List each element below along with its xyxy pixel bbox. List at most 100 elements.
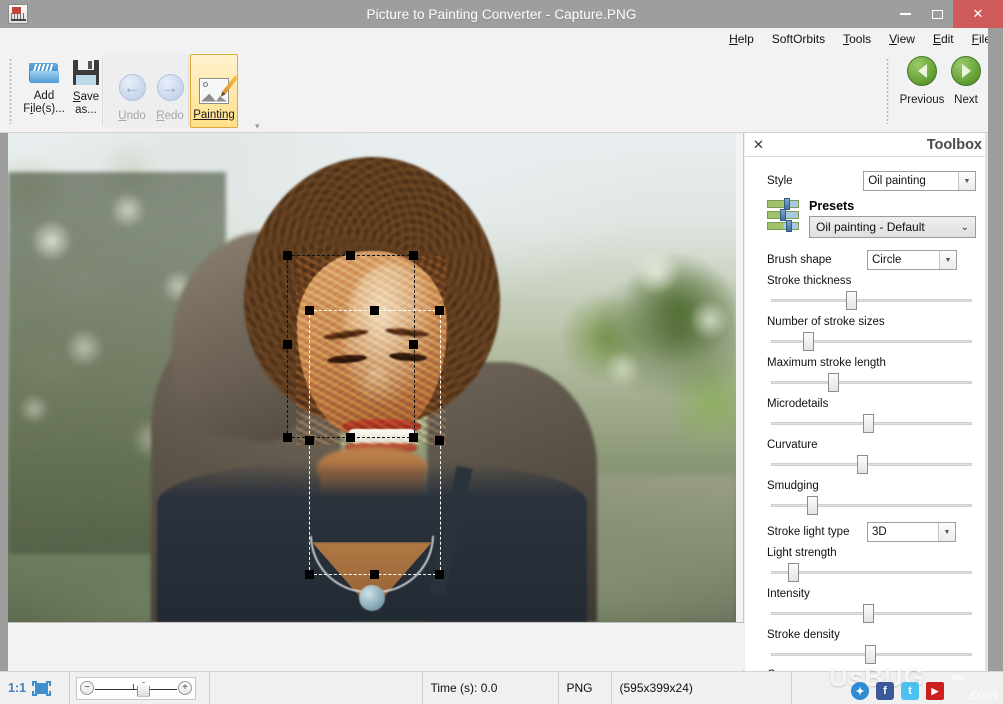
add-files-label: Add File(s)...	[23, 90, 65, 115]
zoom-slider[interactable]: − +	[76, 676, 196, 700]
selection-handle-n[interactable]	[346, 251, 355, 260]
slider-label-stroke-thickness: Stroke thickness	[767, 275, 852, 287]
stroke-light-type-label: Stroke light type	[767, 526, 850, 538]
menu-item-view[interactable]: View	[889, 32, 915, 46]
menu-item-tools[interactable]: Tools	[843, 32, 871, 46]
zoom-slider-cell: − +	[70, 672, 210, 704]
application-window: Picture to Painting Converter - Capture.…	[0, 0, 1003, 704]
selection-handle-sw[interactable]	[283, 433, 292, 442]
slider-smudging[interactable]	[767, 494, 976, 516]
menu-item-help[interactable]: Help	[729, 32, 754, 46]
redo-label: Redo	[156, 109, 184, 122]
selection2-handle-ne[interactable]	[435, 306, 444, 315]
slider-intensity[interactable]	[767, 602, 976, 624]
window-title: Picture to Painting Converter - Capture.…	[366, 6, 637, 22]
status-dimensions: (595x399x24)	[612, 672, 792, 704]
slider-label-light-strength: Light strength	[767, 547, 837, 559]
menu-label-view: iew	[896, 32, 915, 46]
selection2-handle-s[interactable]	[370, 570, 379, 579]
toolbar-grip-right[interactable]	[886, 58, 889, 124]
slider-group-top: Stroke thickness Number of stroke sizes …	[767, 275, 976, 516]
slider-stroke-thickness[interactable]	[767, 289, 976, 311]
ribbon-expand-glyph-left[interactable]: ▾	[255, 121, 260, 132]
toolbox-title: Toolbox	[926, 136, 982, 153]
selection2-handle-e[interactable]	[435, 436, 444, 445]
presets-row: Presets Oil painting - Default ⌄	[767, 198, 976, 238]
slider-curvature[interactable]	[767, 453, 976, 475]
slider-label-intensity: Intensity	[767, 588, 810, 600]
slider-label-curvature: Curvature	[767, 439, 818, 451]
stroke-light-type-dropdown[interactable]: 3D ▼	[867, 522, 956, 542]
window-controls: ✕	[889, 0, 1003, 28]
save-as-button[interactable]: Save as...	[60, 54, 112, 128]
slider-maximum-stroke-length[interactable]	[767, 371, 976, 393]
slider-label-microdetails: Microdetails	[767, 398, 829, 410]
save-as-label: Save as...	[72, 91, 100, 116]
close-button[interactable]: ✕	[953, 0, 1003, 28]
toolbox-body: Style Oil painting ▼ Presets Oil paintin…	[745, 157, 988, 681]
slider-stroke-density[interactable]	[767, 643, 976, 665]
selection-handle-w[interactable]	[283, 340, 292, 349]
app-icon	[8, 4, 28, 24]
minimize-button[interactable]	[889, 0, 921, 28]
zoom-in-button[interactable]: +	[178, 681, 192, 695]
slider-label-number-of-stroke-sizes: Number of stroke sizes	[767, 316, 885, 328]
brush-shape-value: Circle	[872, 254, 902, 266]
brush-shape-dropdown[interactable]: Circle ▼	[867, 250, 957, 270]
redo-arrow-icon: →	[156, 73, 184, 101]
style-dropdown[interactable]: Oil painting ▼	[863, 171, 976, 191]
slider-label-stroke-density: Stroke density	[767, 629, 840, 641]
presets-dropdown[interactable]: Oil painting - Default ⌄	[809, 216, 976, 238]
menu-label-edit: dit	[940, 32, 954, 46]
slider-label-maximum-stroke-length: Maximum stroke length	[767, 357, 886, 369]
slider-light-strength[interactable]	[767, 561, 976, 583]
menu-item-edit[interactable]: Edit	[933, 32, 954, 46]
selection2-handle-n[interactable]	[370, 306, 379, 315]
chevron-down-icon: ⌄	[960, 221, 969, 233]
chevron-down-icon[interactable]: ▼	[939, 251, 956, 269]
fit-to-window-icon[interactable]	[32, 680, 52, 696]
menu-item-softorbits[interactable]: SoftOrbits	[772, 32, 825, 46]
image-canvas[interactable]	[8, 133, 736, 622]
selection-handle-nw[interactable]	[283, 251, 292, 260]
toolbar: Add File(s)... Save as... ← Undo → Redo Pa…	[0, 50, 1003, 133]
selection-rectangle-secondary[interactable]	[305, 306, 444, 579]
title-bar: Picture to Painting Converter - Capture.…	[0, 0, 1003, 28]
canvas-empty-area	[8, 622, 744, 670]
toolbar-grip-left[interactable]	[9, 58, 12, 124]
menu-label-tools: ools	[849, 32, 872, 46]
painting-button[interactable]: Painting	[190, 54, 239, 128]
menu-bar: Help SoftOrbits Tools View Edit File	[0, 28, 1003, 50]
toolbox-header: ✕ Toolbox	[745, 133, 988, 157]
selection-handle-ne[interactable]	[409, 251, 418, 260]
status-format: PNG	[559, 672, 612, 704]
slider-microdetails[interactable]	[767, 412, 976, 434]
stroke-light-type-value: 3D	[872, 526, 887, 538]
toolbar-separator-1	[102, 56, 103, 126]
toolbox-close-icon[interactable]: ✕	[753, 138, 764, 151]
selection2-handle-sw[interactable]	[305, 570, 314, 579]
style-value: Oil painting	[868, 175, 926, 187]
menu-label-help: elp	[737, 32, 754, 46]
selection2-handle-se[interactable]	[435, 570, 444, 579]
painting-icon	[199, 74, 239, 104]
slider-number-of-stroke-sizes[interactable]	[767, 330, 976, 352]
presets-sliders-icon	[767, 198, 801, 233]
chevron-down-icon[interactable]: ▼	[938, 523, 955, 541]
zoom-slider-thumb[interactable]	[137, 681, 150, 697]
stroke-light-type-row: Stroke light type 3D ▼	[767, 522, 976, 542]
status-spacer	[210, 672, 423, 704]
zoom-out-button[interactable]: −	[80, 681, 94, 695]
next-button[interactable]: Next	[938, 56, 994, 128]
toolbar-separator-2	[188, 56, 189, 126]
zoom-ratio-cell[interactable]: 1:1	[0, 672, 70, 704]
maximize-button[interactable]	[921, 0, 953, 28]
selection2-handle-nw[interactable]	[305, 306, 314, 315]
presets-label: Presets	[809, 199, 855, 213]
next-label: Next	[954, 94, 978, 106]
chevron-down-icon[interactable]: ▼	[958, 172, 975, 190]
status-bar: 1:1 − + Time (s): 0.0 PNG (595x399x24) U…	[0, 662, 1003, 704]
canvas-workspace[interactable]	[0, 133, 744, 671]
style-label: Style	[767, 175, 793, 187]
selection2-handle-w[interactable]	[305, 436, 314, 445]
